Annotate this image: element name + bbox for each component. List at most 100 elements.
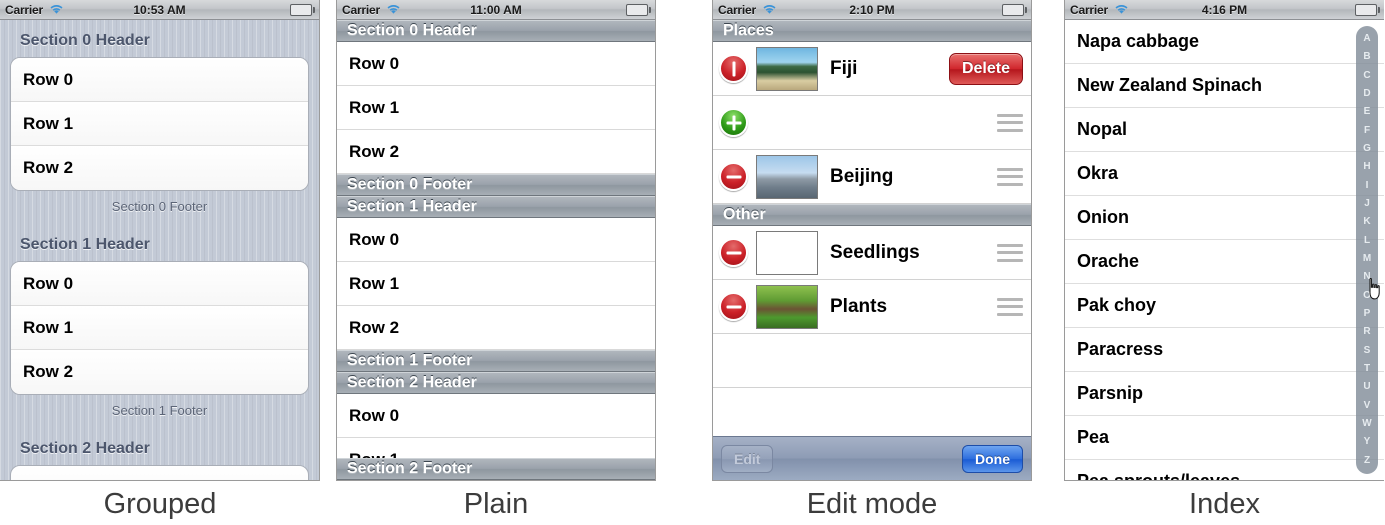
list-item[interactable]: Nopal <box>1065 108 1384 152</box>
list-item[interactable]: Pea sprouts/leaves <box>1065 460 1384 480</box>
row-title: Seedlings <box>830 241 920 263</box>
section-header: Section 1 Header <box>20 236 150 253</box>
index-letter-F[interactable]: F <box>1364 125 1370 136</box>
index-letter-Z[interactable]: Z <box>1364 455 1370 466</box>
screenshot-board: Carrier 10:53 AM Section 0 Header Row 0 … <box>0 0 1385 525</box>
list-item[interactable]: Parsnip <box>1065 372 1384 416</box>
table-row[interactable]: Row 1 <box>11 306 308 350</box>
battery-icon <box>290 4 315 16</box>
table-row[interactable]: Beijing <box>713 150 1031 204</box>
index-letter-H[interactable]: H <box>1363 162 1370 172</box>
done-button[interactable]: Done <box>962 444 1023 473</box>
insert-badge[interactable] <box>719 108 748 137</box>
index-letter-P[interactable]: P <box>1364 309 1371 319</box>
editing-table-view[interactable]: Places Fiji Delete Beijing Other Seedlin… <box>713 20 1031 436</box>
caption-plain: Plain <box>463 488 529 520</box>
row-title: Beijing <box>830 165 894 187</box>
table-row[interactable]: Row 0 <box>337 394 655 438</box>
bottom-toolbar: Edit Done <box>713 436 1031 480</box>
index-letter-I[interactable]: I <box>1366 180 1369 191</box>
index-letter-S[interactable]: S <box>1364 345 1371 356</box>
delete-badge[interactable] <box>719 238 748 267</box>
table-row[interactable]: Seedlings <box>713 226 1031 280</box>
section-footer: Section 1 Footer <box>337 350 655 372</box>
index-letter-K[interactable]: K <box>1363 217 1370 227</box>
delete-badge[interactable] <box>719 162 748 191</box>
list-item[interactable]: Napa cabbage <box>1065 20 1384 64</box>
section-header-places: Places <box>713 20 1031 42</box>
index-letter-W[interactable]: W <box>1362 419 1371 429</box>
index-letter-Y[interactable]: Y <box>1364 437 1371 447</box>
table-row[interactable]: Row 2 <box>11 146 308 190</box>
panel-plain: Carrier 11:00 AM Section 0 Header Row 0 … <box>336 0 656 481</box>
list-item[interactable]: Onion <box>1065 196 1384 240</box>
section-header: Section 0 Header <box>337 20 655 42</box>
section-header-other: Other <box>713 204 1031 226</box>
section-index-bar[interactable]: ABCDEFGHIJKLMNOPRSTUVWYZ <box>1356 26 1378 474</box>
index-letter-J[interactable]: J <box>1364 199 1370 209</box>
index-letter-L[interactable]: L <box>1364 235 1370 246</box>
index-letter-U[interactable]: U <box>1363 382 1370 392</box>
index-letter-N[interactable]: N <box>1363 272 1370 282</box>
reorder-handle-icon[interactable] <box>997 243 1023 262</box>
table-row[interactable]: Row 2 <box>11 350 308 394</box>
clock-label: 2:10 PM <box>849 2 895 17</box>
table-row[interactable]: Row 0 <box>11 58 308 102</box>
table-row[interactable]: Row 2 <box>337 130 655 174</box>
section-group: Row 0 Row 1 Row 2 <box>10 57 309 191</box>
delete-confirm-badge[interactable] <box>719 54 748 83</box>
index-letter-T[interactable]: T <box>1364 364 1370 374</box>
index-letter-G[interactable]: G <box>1363 144 1371 154</box>
fiji-thumbnail <box>756 46 818 91</box>
caption-index: Index <box>1189 488 1260 520</box>
seedlings-thumbnail <box>756 230 818 275</box>
list-item[interactable]: Paracress <box>1065 328 1384 372</box>
table-row[interactable]: Row 0 <box>11 262 308 306</box>
table-row[interactable] <box>11 466 308 480</box>
list-item[interactable]: Orache <box>1065 240 1384 284</box>
index-letter-E[interactable]: E <box>1364 107 1371 117</box>
index-letter-C[interactable]: C <box>1363 70 1370 81</box>
index-letter-M[interactable]: M <box>1363 254 1371 264</box>
index-table-view[interactable]: Napa cabbage New Zealand Spinach Nopal O… <box>1065 20 1384 480</box>
index-letter-R[interactable]: R <box>1363 327 1370 337</box>
list-item[interactable]: Okra <box>1065 152 1384 196</box>
table-row[interactable]: Fiji Delete <box>713 42 1031 96</box>
delete-badge[interactable] <box>719 292 748 321</box>
list-item[interactable]: Pak choy <box>1065 284 1384 328</box>
clock-label: 11:00 AM <box>470 2 522 17</box>
section-group <box>10 465 309 480</box>
table-row[interactable]: Row 1 <box>337 262 655 306</box>
index-letter-D[interactable]: D <box>1363 89 1370 99</box>
section-footer-sticky: Section 2 Footer <box>337 458 655 480</box>
index-letter-B[interactable]: B <box>1363 52 1370 62</box>
table-row[interactable] <box>713 96 1031 150</box>
table-row[interactable]: Row 0 <box>337 218 655 262</box>
index-letter-V[interactable]: V <box>1364 400 1371 411</box>
reorder-handle-icon[interactable] <box>997 113 1023 132</box>
reorder-handle-icon[interactable] <box>997 167 1023 186</box>
panel-index: Carrier 4:16 PM Napa cabbage New Zealand… <box>1064 0 1384 481</box>
battery-icon <box>1002 4 1027 16</box>
section-header: Section 1 Header <box>337 196 655 218</box>
caption-edit: Edit mode <box>806 488 938 520</box>
reorder-handle-icon[interactable] <box>997 297 1023 316</box>
table-row[interactable]: Row 0 <box>337 42 655 86</box>
table-row[interactable]: Row 1 <box>337 86 655 130</box>
list-item[interactable]: Pea <box>1065 416 1384 460</box>
index-letter-A[interactable]: A <box>1363 34 1370 44</box>
grouped-table-view[interactable]: Section 0 Header Row 0 Row 1 Row 2 Secti… <box>0 20 319 480</box>
panel-edit-mode: Carrier 2:10 PM Places Fiji Delete Beiji… <box>712 0 1032 481</box>
table-row[interactable]: Row 1 <box>11 102 308 146</box>
table-row[interactable]: Plants <box>713 280 1031 334</box>
panel-grouped: Carrier 10:53 AM Section 0 Header Row 0 … <box>0 0 320 481</box>
status-bar-index: Carrier 4:16 PM <box>1065 0 1384 20</box>
status-bar-edit: Carrier 2:10 PM <box>713 0 1031 20</box>
edit-button[interactable]: Edit <box>721 444 774 473</box>
battery-icon <box>1355 4 1380 16</box>
delete-button[interactable]: Delete <box>948 52 1023 85</box>
list-item[interactable]: New Zealand Spinach <box>1065 64 1384 108</box>
table-row[interactable]: Row 2 <box>337 306 655 350</box>
index-letter-O[interactable]: O <box>1363 290 1371 301</box>
plain-table-view[interactable]: Section 0 Header Row 0 Row 1 Row 2 Secti… <box>337 20 655 480</box>
